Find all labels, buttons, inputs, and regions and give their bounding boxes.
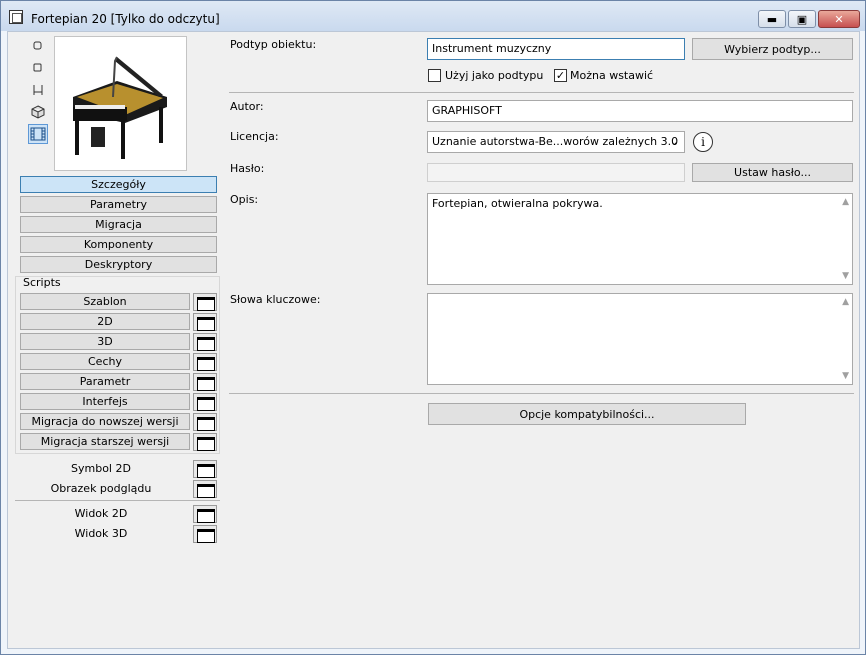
open-window-icon[interactable] [193,333,217,351]
nav-label: Migracja [95,218,142,231]
open-window-icon[interactable] [193,480,217,498]
use-as-subtype-checkbox[interactable] [428,69,441,82]
minimize-icon: ▬ [766,12,778,26]
open-window-icon[interactable] [193,460,217,478]
open-window-icon[interactable] [193,353,217,371]
script-szablon[interactable]: Szablon [20,293,190,310]
password-field[interactable] [427,163,685,182]
divider [229,393,854,394]
subtype-label: Podtyp obiektu: [230,38,317,51]
set-password-button[interactable]: Ustaw hasło... [692,163,853,182]
view-2d-item[interactable]: Widok 2D [21,507,181,520]
divider [15,500,220,501]
open-window-icon[interactable] [193,413,217,431]
subtype-field[interactable]: Instrument muzyczny [427,38,685,60]
chair-icon[interactable] [28,80,48,100]
script-label: Parametr [79,375,131,388]
check-icon: ✓ [555,69,566,82]
script-2d[interactable]: 2D [20,313,190,330]
button-label: Opcje kompatybilności... [519,407,655,421]
small-square-icon[interactable] [28,36,48,56]
license-select[interactable]: Uznanie autorstwa-Be...worów zależnych 3… [427,131,685,153]
script-label: Szablon [83,295,127,308]
preview-picture-item[interactable]: Obrazek podglądu [21,482,181,495]
open-window-icon[interactable] [193,505,217,523]
script-migracja-nowsza[interactable]: Migracja do nowszej wersji [20,413,190,430]
window-title: Fortepian 20 [Tylko do odczytu] [31,12,220,26]
content-area: Szczegóły Parametry Migracja Komponenty … [7,31,860,649]
license-label: Licencja: [230,130,279,143]
nav-migracja[interactable]: Migracja [20,216,217,233]
open-window-icon[interactable] [193,433,217,451]
open-window-icon[interactable] [193,293,217,311]
maximize-button[interactable]: ▣ [788,10,816,28]
app-icon [9,10,23,24]
use-as-subtype-label: Użyj jako podtypu [445,69,544,82]
script-label: 2D [97,315,113,328]
keywords-label: Słowa kluczowe: [230,293,321,306]
title-bar[interactable]: Fortepian 20 [Tylko do odczytu] ▬ ▣ ✕ [1,1,865,31]
open-window-icon[interactable] [193,393,217,411]
license-value: Uznanie autorstwa-Be...worów zależnych 3… [432,135,679,148]
nav-label: Parametry [90,198,147,211]
cube-icon[interactable] [28,102,48,122]
small-square-outline-icon[interactable] [28,58,48,78]
maximize-icon: ▣ [796,12,808,26]
divider [229,92,854,93]
chevron-down-icon: ⌄ [669,135,679,148]
script-label: Interfejs [82,395,128,408]
nav-label: Deskryptory [84,258,153,271]
script-3d[interactable]: 3D [20,333,190,350]
button-label: Wybierz podtyp... [724,42,821,56]
scroll-up-icon[interactable]: ▲ [842,297,849,307]
script-label: Cechy [88,355,122,368]
nav-parametry[interactable]: Parametry [20,196,217,213]
library-part-window: Fortepian 20 [Tylko do odczytu] ▬ ▣ ✕ Sz… [0,0,866,655]
film-strip-icon[interactable] [28,124,48,144]
can-place-checkbox[interactable]: ✓ [554,69,567,82]
scroll-down-icon[interactable]: ▼ [842,271,849,281]
scroll-up-icon[interactable]: ▲ [842,197,849,207]
description-label: Opis: [230,193,259,206]
open-window-icon[interactable] [193,525,217,543]
scripts-group-label: Scripts [23,276,61,289]
info-icon[interactable]: i [693,132,713,152]
nav-label: Szczegóły [91,178,146,191]
open-window-icon[interactable] [193,373,217,391]
script-label: Migracja do nowszej wersji [31,415,179,428]
can-place-label: Można wstawić [570,69,654,82]
author-field[interactable]: GRAPHISOFT [427,100,853,122]
close-icon: ✕ [834,12,844,26]
script-parametr[interactable]: Parametr [20,373,190,390]
choose-subtype-button[interactable]: Wybierz podtyp... [692,38,853,60]
grand-piano-image [73,56,167,159]
scroll-down-icon[interactable]: ▼ [842,371,849,381]
script-cechy[interactable]: Cechy [20,353,190,370]
script-migracja-starsza[interactable]: Migracja starszej wersji [20,433,190,450]
password-label: Hasło: [230,162,265,175]
nav-deskryptory[interactable]: Deskryptory [20,256,217,273]
script-label: 3D [97,335,113,348]
button-label: Ustaw hasło... [734,166,811,179]
minimize-button[interactable]: ▬ [758,10,786,28]
open-window-icon[interactable] [193,313,217,331]
description-textarea[interactable]: Fortepian, otwieralna pokrywa. ▲ ▼ [427,193,853,285]
nav-komponenty[interactable]: Komponenty [20,236,217,253]
keywords-textarea[interactable]: ▲ ▼ [427,293,853,385]
nav-szczegoly[interactable]: Szczegóły [20,176,217,193]
view-3d-item[interactable]: Widok 3D [21,527,181,540]
author-label: Autor: [230,100,264,113]
symbol-2d-item[interactable]: Symbol 2D [21,462,181,475]
preview-image [54,36,187,171]
script-interfejs[interactable]: Interfejs [20,393,190,410]
description-text: Fortepian, otwieralna pokrywa. [432,197,603,210]
compatibility-options-button[interactable]: Opcje kompatybilności... [428,403,746,425]
script-label: Migracja starszej wersji [40,435,170,448]
nav-label: Komponenty [83,238,154,251]
close-button[interactable]: ✕ [818,10,860,28]
